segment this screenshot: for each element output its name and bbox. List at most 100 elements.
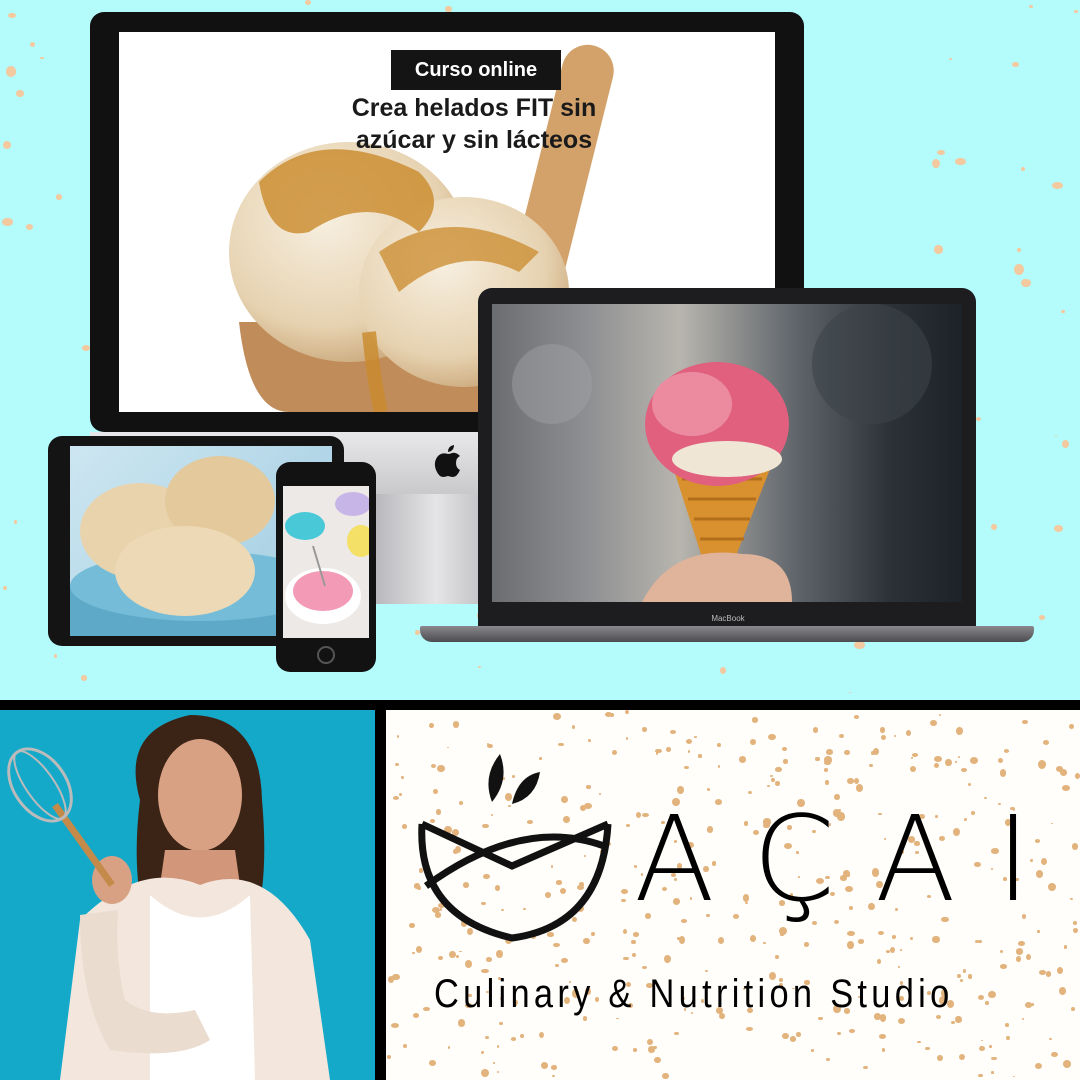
speckle-dot <box>958 1053 965 1060</box>
speckle-dot <box>716 743 721 747</box>
speckle-dot <box>750 739 756 745</box>
speckle-dot <box>1 217 13 227</box>
speckle-dot <box>810 1049 814 1052</box>
speckle-dot <box>818 1016 823 1021</box>
speckle-dot <box>1013 1075 1016 1077</box>
speckle-dot <box>844 749 850 756</box>
speckle-dot <box>8 12 17 19</box>
speckle-dot <box>1045 971 1052 977</box>
speckle-dot <box>616 1017 619 1020</box>
speckle-dot <box>782 746 787 751</box>
speckle-dot <box>686 738 693 744</box>
speckle-dot <box>1060 310 1065 313</box>
speckle-dot <box>846 930 855 937</box>
speckle-dot <box>670 729 676 734</box>
speckle-dot <box>1071 842 1079 850</box>
speckle-dot <box>767 785 770 787</box>
speckle-dot <box>957 756 961 759</box>
speckle-dot <box>955 1015 962 1024</box>
speckle-dot <box>1038 614 1045 620</box>
speckle-dot <box>551 1074 556 1078</box>
headline-line-2: azúcar y sin lácteos <box>355 126 593 154</box>
speckle-dot <box>1014 263 1025 276</box>
speckle-dot <box>826 1058 831 1061</box>
speckle-dot <box>423 1006 430 1011</box>
speckle-dot <box>631 940 636 945</box>
speckle-dot <box>387 976 395 983</box>
speckle-dot <box>1021 278 1031 288</box>
speckle-dot <box>571 725 576 730</box>
speckle-dot <box>974 939 980 944</box>
speckle-dot <box>447 1045 451 1049</box>
speckle-dot <box>457 1019 466 1028</box>
speckle-dot <box>718 937 725 944</box>
speckle-dot <box>938 713 941 717</box>
speckle-dot <box>1028 4 1034 9</box>
speckle-dot <box>550 1065 558 1070</box>
speckle-dot <box>872 747 880 756</box>
speckle-dot <box>1060 769 1068 776</box>
speckle-dot <box>3 140 12 149</box>
speckle-dot <box>1020 167 1025 172</box>
home-button <box>317 646 335 664</box>
speckle-dot <box>934 762 940 768</box>
horizontal-divider <box>0 700 1080 710</box>
ice-cream-cone-photo <box>512 304 932 602</box>
speckle-dot <box>653 1056 662 1064</box>
speckle-dot <box>478 666 482 669</box>
speckle-dot <box>1034 1062 1042 1069</box>
speckle-dot <box>782 1033 789 1039</box>
speckle-dot <box>826 748 833 755</box>
speckle-dot <box>838 734 845 739</box>
speckle-dot <box>497 1045 500 1048</box>
speckle-dot <box>905 730 912 736</box>
speckle-dot <box>1054 434 1057 437</box>
speckle-dot <box>632 1048 638 1052</box>
speckle-dot <box>881 735 887 741</box>
speckle-dot <box>1073 928 1079 933</box>
speckle-dot <box>1073 9 1079 13</box>
speckle-dot <box>1026 954 1032 961</box>
speckle-dot <box>894 735 897 738</box>
speckle-dot <box>665 746 672 752</box>
speckle-dot <box>770 775 774 778</box>
speckle-dot <box>880 727 885 733</box>
speckle-dot <box>402 1043 407 1048</box>
speckle-dot <box>932 159 941 168</box>
speckle-dot <box>837 1031 841 1035</box>
speckle-dot <box>623 956 629 961</box>
speckle-dot <box>857 939 864 944</box>
speckle-dot <box>625 823 630 828</box>
speckle-dot <box>492 1062 496 1065</box>
speckle-dot <box>1038 760 1047 770</box>
brand-panel: AÇAI Culinary & Nutrition Studio <box>386 710 1080 1080</box>
speckle-dot <box>998 758 1004 764</box>
speckle-dot <box>762 941 766 944</box>
speckle-dot <box>823 767 829 772</box>
speckle-dot <box>401 824 408 829</box>
speckle-dot <box>679 936 686 944</box>
speckle-dot <box>975 416 981 421</box>
speckle-dot <box>878 1033 887 1040</box>
speckle-dot <box>768 733 776 741</box>
speckle-dot <box>960 768 968 773</box>
speckle-dot <box>854 641 865 650</box>
speckle-dot <box>15 89 24 97</box>
speckle-dot <box>1005 1036 1010 1040</box>
speckle-dot <box>1004 1023 1009 1027</box>
speckle-dot <box>899 948 903 951</box>
speckle-dot <box>53 654 58 659</box>
speckle-dot <box>1069 723 1074 730</box>
speckle-dot <box>824 761 832 766</box>
speckle-dot <box>694 735 697 738</box>
speckle-dot <box>55 193 63 200</box>
speckle-dot <box>937 1054 943 1061</box>
speckle-dot <box>848 946 852 950</box>
speckle-dot <box>587 739 591 743</box>
speckle-dot <box>988 990 997 998</box>
speckle-dot <box>897 966 901 968</box>
speckle-dot <box>909 936 914 941</box>
speckle-dot <box>3 586 7 591</box>
speckle-dot <box>1039 970 1046 976</box>
speckle-dot <box>29 42 35 48</box>
